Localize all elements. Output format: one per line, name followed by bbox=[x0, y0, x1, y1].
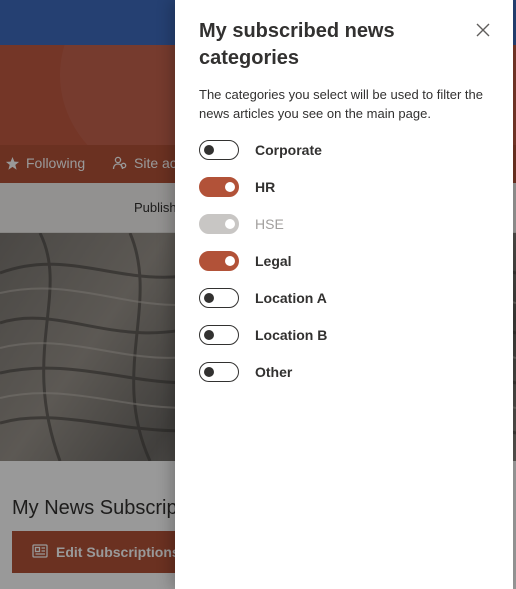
close-panel-button[interactable] bbox=[471, 20, 495, 44]
category-toggle[interactable] bbox=[199, 362, 239, 382]
category-row: Legal bbox=[199, 251, 495, 288]
category-toggle[interactable] bbox=[199, 251, 239, 271]
category-label: Location B bbox=[255, 327, 328, 343]
toggle-knob bbox=[204, 145, 214, 155]
toggle-knob bbox=[204, 293, 214, 303]
toggle-knob bbox=[204, 330, 214, 340]
panel-description: The categories you select will be used t… bbox=[199, 87, 483, 121]
category-label: Location A bbox=[255, 290, 327, 306]
category-row: Location B bbox=[199, 325, 495, 362]
category-row: Other bbox=[199, 362, 495, 399]
category-row: HSE bbox=[199, 214, 495, 251]
category-toggle[interactable] bbox=[199, 325, 239, 345]
toggle-knob bbox=[225, 182, 235, 192]
close-icon bbox=[476, 23, 490, 42]
category-label: Legal bbox=[255, 253, 292, 269]
category-label: HSE bbox=[255, 216, 284, 232]
toggle-knob bbox=[204, 367, 214, 377]
category-list: Corporate HR HSE Legal Location A Location B O… bbox=[199, 140, 495, 399]
category-toggle bbox=[199, 214, 239, 234]
category-label: Other bbox=[255, 364, 293, 380]
category-toggle[interactable] bbox=[199, 288, 239, 308]
category-label: Corporate bbox=[255, 142, 322, 158]
category-toggle[interactable] bbox=[199, 177, 239, 197]
category-row: Corporate bbox=[199, 140, 495, 177]
category-row: Location A bbox=[199, 288, 495, 325]
category-toggle[interactable] bbox=[199, 140, 239, 160]
category-row: HR bbox=[199, 177, 495, 214]
toggle-knob bbox=[225, 219, 235, 229]
category-label: HR bbox=[255, 179, 276, 195]
toggle-knob bbox=[225, 256, 235, 266]
panel-title: My subscribed news categories bbox=[199, 20, 395, 69]
subscriptions-panel: My subscribed news categories The catego… bbox=[175, 0, 513, 589]
